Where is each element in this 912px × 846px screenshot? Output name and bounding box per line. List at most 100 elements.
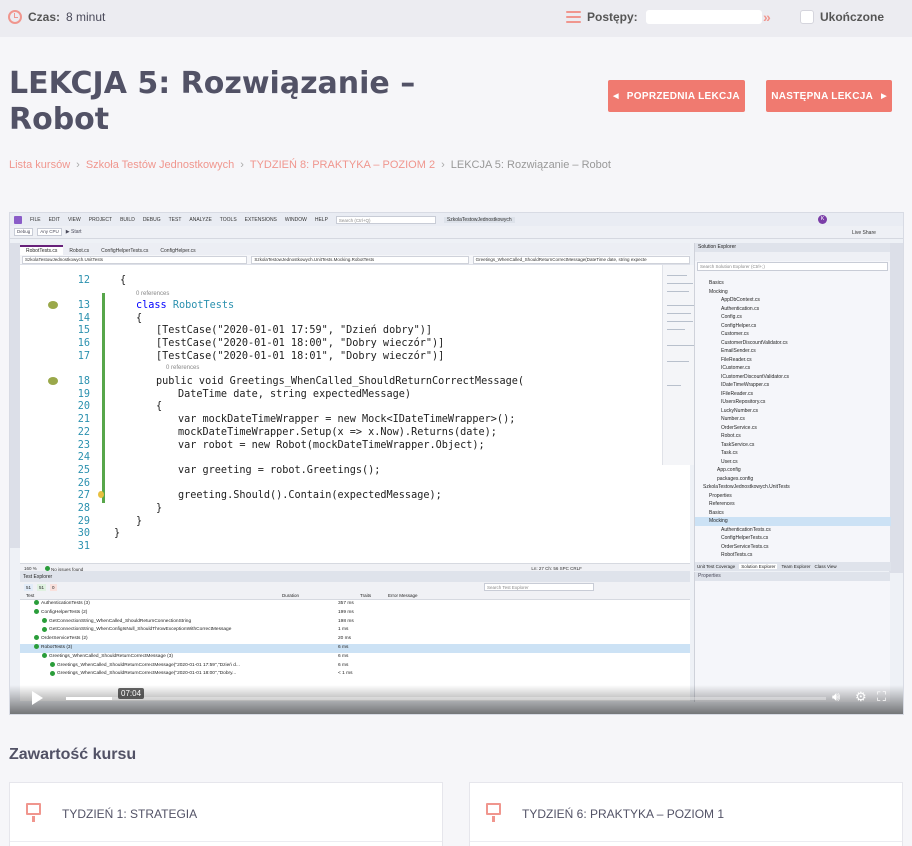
volume-icon[interactable]: 🔊︎ (832, 690, 840, 704)
solution-tree-item: ICustomer.cs (721, 365, 751, 371)
breadcrumb-course[interactable]: Szkoła Testów Jednostkowych (86, 159, 234, 171)
double-chevron-right-icon[interactable]: » (763, 9, 771, 25)
code-line: [TestCase("2020-01-01 18:00", "Dobry wie… (156, 338, 445, 349)
solution-tree-item: Basics (709, 280, 724, 286)
solution-tree-item: User.cs (721, 458, 738, 465)
check-circle-icon (44, 565, 50, 571)
lightbulb-icon (98, 491, 104, 498)
breadcrumb-separator-icon: › (76, 159, 80, 171)
code-line: var greeting = robot.Greetings(); (178, 465, 381, 476)
ide-menu-item: HELP (314, 216, 328, 223)
code-line: { (156, 401, 163, 412)
solution-explorer: Solution Explorer Search Solution Explor… (694, 243, 891, 571)
play-icon[interactable] (32, 691, 43, 705)
breadcrumb-course-list[interactable]: Lista kursów (9, 159, 70, 171)
next-lesson-button[interactable]: NASTĘPNA LEKCJA ▶ (766, 80, 892, 112)
test-explorer-title: Test Explorer (20, 573, 690, 582)
test-glyph-icon (48, 301, 58, 309)
solution-explorer-title: Solution Explorer (695, 243, 890, 252)
breadcrumb-week[interactable]: TYDZIEŃ 8: PRAKTYKA – POZIOM 2 (250, 159, 435, 171)
ide-avatar: K (818, 215, 827, 224)
ide-search: Search (Ctrl+Q) (335, 215, 436, 224)
code-view: 12{ 0 references 13 class RobotTests 14{ … (20, 265, 660, 552)
course-week-card[interactable]: TYDZIEŃ 1: STRATEGIA (9, 782, 443, 846)
ide-editor: RobotTests.cs Robot.cs ConfigHelperTests… (20, 243, 698, 573)
ide-menu-item: TOOLS (219, 216, 237, 223)
ide-menu-item: ANALYZE (189, 216, 212, 223)
solution-tree-item: Customer.cs (721, 331, 749, 337)
ide-config-select: Debug (14, 228, 34, 236)
breadcrumb-separator-icon: › (441, 159, 445, 171)
ide-menu-item: DEBUG (142, 216, 161, 223)
test-row: RobotTests (3) 6 ms (20, 643, 690, 653)
code-line: DateTime date, string expectedMessage) (178, 389, 412, 400)
solution-tree-item: Properties (709, 492, 732, 499)
code-line: { (120, 275, 127, 286)
check-circle-icon (42, 617, 47, 623)
seek-bar[interactable]: 07:04 (66, 688, 826, 700)
ide-menu-item: FILE (30, 216, 41, 223)
lesson-time: Czas: 8 minut (8, 10, 105, 24)
check-circle-icon (42, 653, 47, 659)
ide-menu-item: WINDOW (284, 216, 307, 223)
ide-toolbar: Debug Any CPU ▶ Start (10, 226, 903, 239)
ide-nav-bar: SzkolaTestowJednostkowych.UnitTests Szko… (20, 255, 690, 265)
time-value: 8 minut (66, 10, 106, 24)
test-explorer-search: Search Test Explorer (484, 583, 594, 591)
properties-title: Properties (695, 572, 890, 581)
fullscreen-icon[interactable]: ⛶ (877, 690, 886, 704)
triangle-left-icon: ◀ (613, 93, 619, 100)
ide-start-label: Start (71, 229, 82, 235)
breadcrumb-separator-icon: › (240, 159, 244, 171)
seek-bar-fill (66, 697, 112, 700)
solution-tree-item: packages.config (717, 475, 754, 482)
tool-tab: Class View (814, 564, 837, 569)
video-player[interactable]: FILE EDIT VIEW PROJECT BUILD DEBUG TEST … (9, 212, 904, 715)
solution-tree-item: Config.cs (721, 314, 742, 320)
ide-menu-item: VIEW (67, 216, 81, 223)
ide-left-strip (10, 243, 20, 548)
check-circle-icon (34, 609, 39, 615)
solution-tree-item: IDateTimeWrapper.cs (721, 382, 770, 388)
code-lens-refs: 0 references (166, 365, 200, 371)
solution-tree-item: Robot.cs (721, 433, 741, 439)
tests-failed-badge: 0 (50, 583, 57, 591)
code-line: greeting.Should().Contain(expectedMessag… (178, 490, 442, 501)
column-header: Traits (360, 593, 372, 598)
test-row: GetConnectionString_WhenConfigIsNull_Sho… (20, 626, 690, 635)
presentation-icon (486, 803, 501, 822)
code-line: [TestCase("2020-01-01 18:01", "Dobry wie… (156, 351, 445, 362)
ide-nav-class: SzkolaTestowJednostkowych.UnitTests.Mock… (251, 255, 469, 264)
ide-right-strip (889, 243, 903, 573)
ide-live-share: Live Share (852, 230, 876, 236)
ide-editor-tabs: RobotTests.cs Robot.cs ConfigHelperTests… (20, 243, 690, 255)
solution-tree-item: CustomerDiscountValidator.cs (721, 339, 788, 346)
test-row: ConfigHelperTests (2) 199 ms (20, 609, 690, 618)
completed-toggle[interactable]: Ukończone (800, 10, 884, 24)
clock-icon (8, 10, 22, 24)
column-header: Duration (282, 593, 300, 598)
solution-tree-item: TaskService.cs (721, 441, 755, 448)
code-line: } (156, 503, 163, 514)
triangle-right-icon: ▶ (881, 93, 887, 100)
course-content-title: Zawartość kursu (9, 746, 137, 763)
code-line: } (114, 528, 121, 539)
code-line: var mockDateTimeWrapper = new Mock<IDate… (178, 414, 516, 425)
progress-bar (645, 10, 762, 24)
course-week-label: TYDZIEŃ 6: PRAKTYKA – POZIOM 1 (522, 807, 725, 821)
completed-checkbox[interactable] (800, 10, 814, 24)
solution-explorer-tabs: Unit Test Coverage Solution Explorer Tea… (695, 562, 891, 571)
lesson-progress: Postępy: (566, 10, 762, 24)
ide-tab: Robot.cs (69, 248, 90, 254)
solution-tree-item: Number.cs (721, 416, 745, 422)
ide-nav-project: SzkolaTestowJednostkowych.UnitTests (22, 255, 248, 264)
ide-tab: ConfigHelperTests.cs (101, 248, 149, 254)
settings-gear-icon[interactable]: ⚙ (855, 690, 867, 704)
previous-lesson-button[interactable]: ◀ POPRZEDNIA LEKCJA (608, 80, 745, 112)
code-line: public void Greetings_WhenCalled_ShouldR… (156, 376, 525, 387)
ide-menu-item: BUILD (120, 216, 135, 223)
code-line: } (136, 516, 143, 527)
next-lesson-label: NASTĘPNA LEKCJA (771, 90, 874, 102)
course-week-card[interactable]: TYDZIEŃ 6: PRAKTYKA – POZIOM 1 (469, 782, 903, 846)
progress-label: Postępy: (587, 10, 638, 24)
